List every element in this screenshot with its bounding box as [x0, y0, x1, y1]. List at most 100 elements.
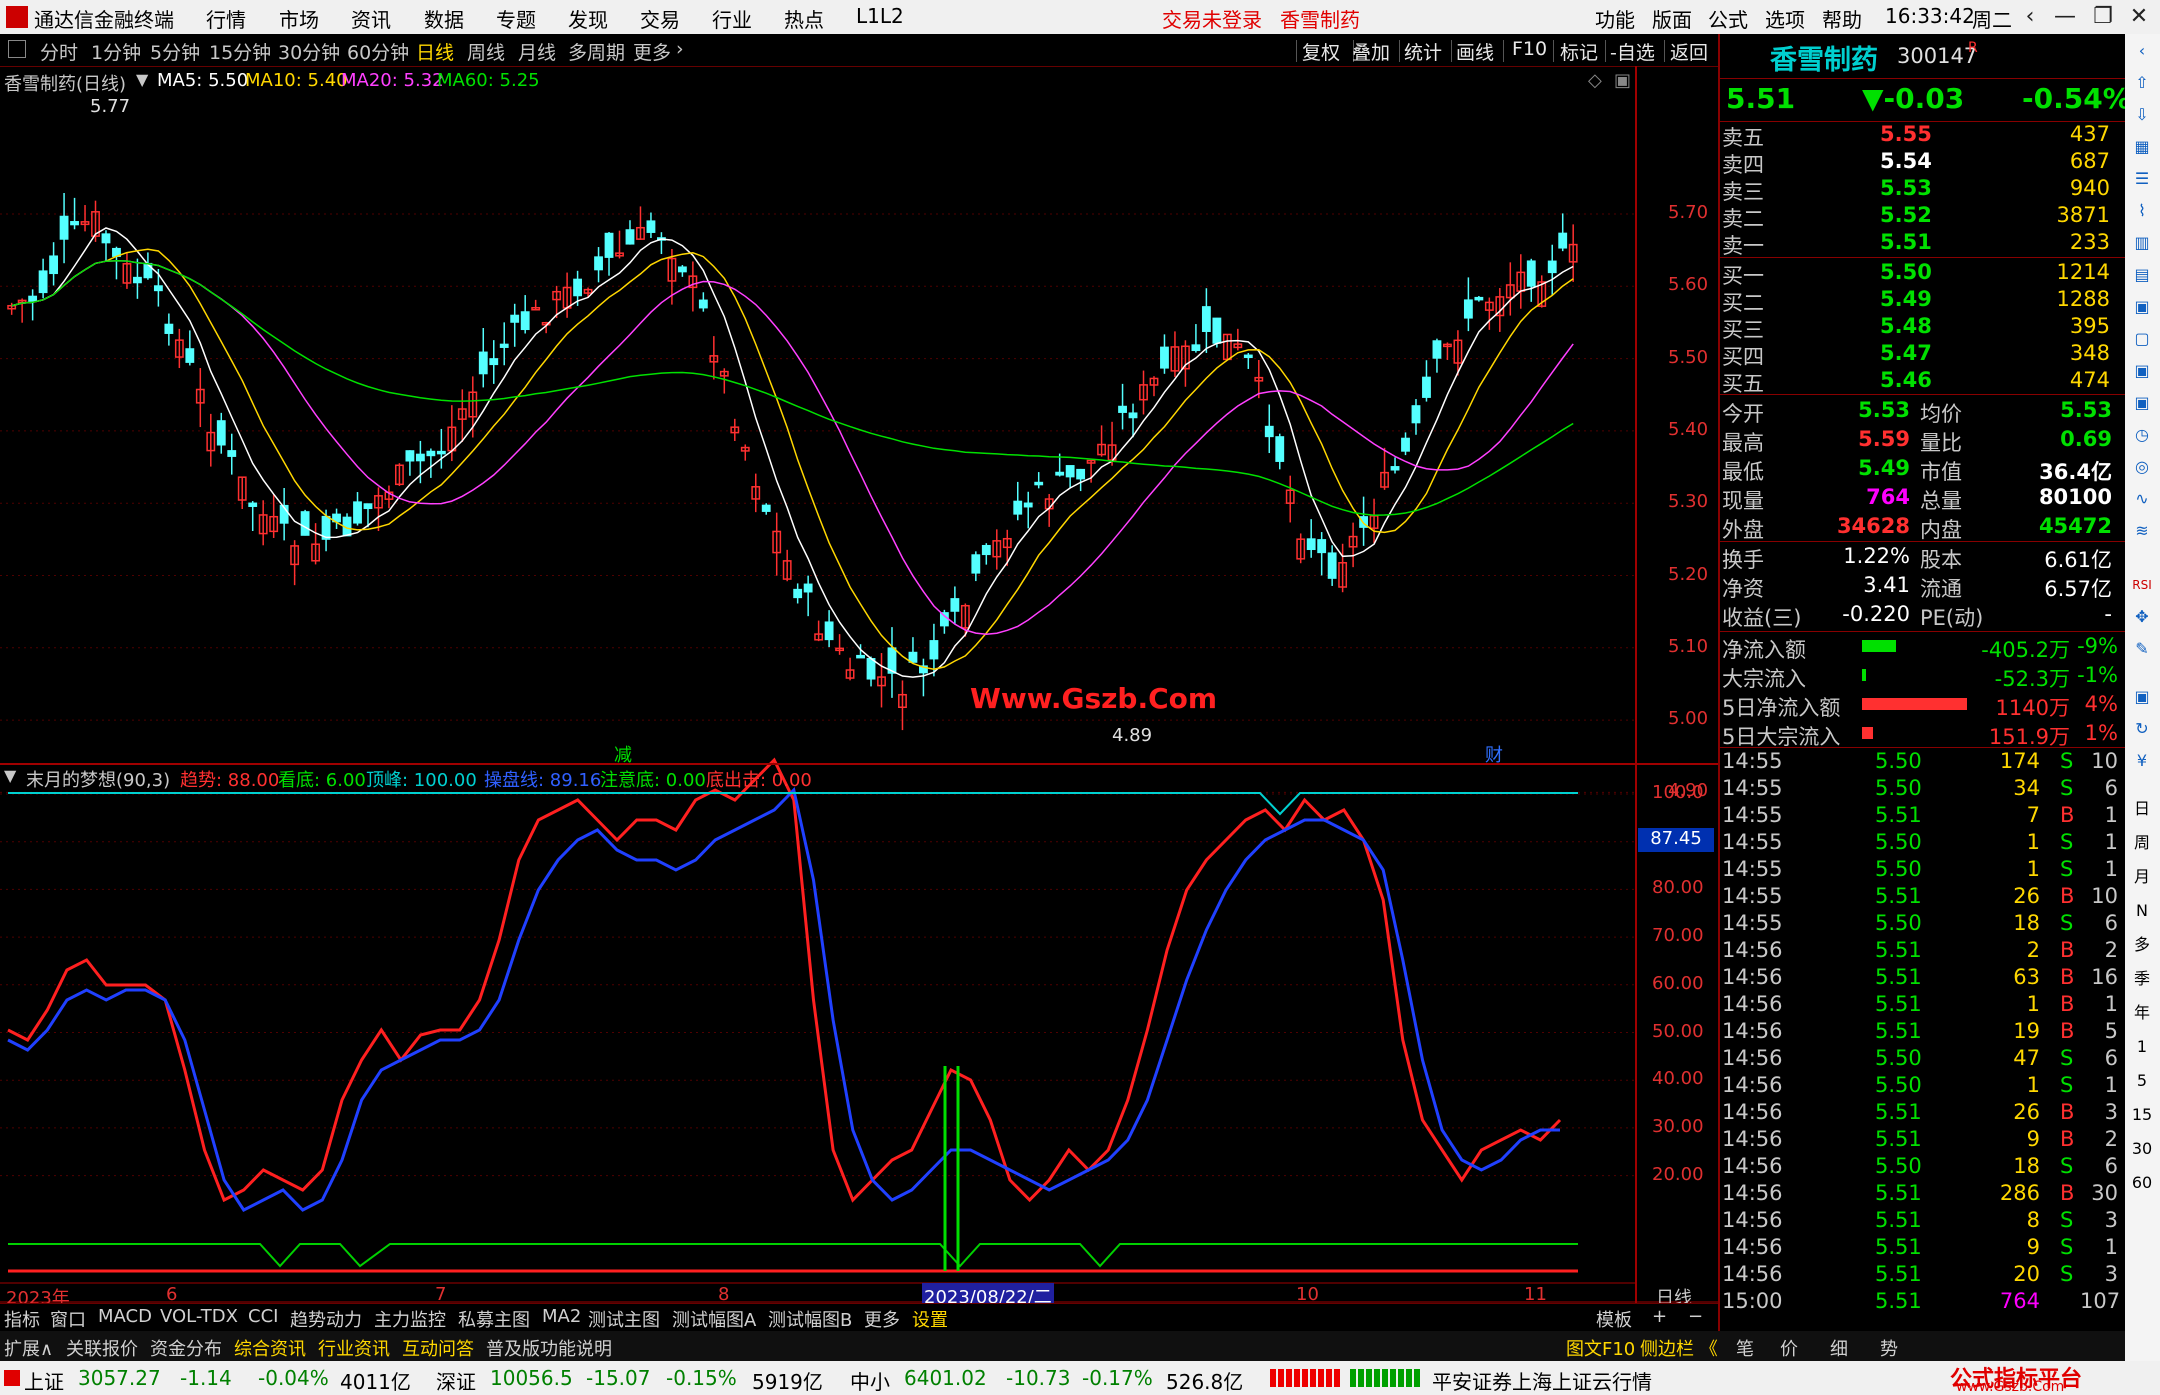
menu-item[interactable]: 发现: [568, 4, 608, 33]
period-15[interactable]: 15: [2129, 1102, 2155, 1128]
server-name[interactable]: 平安证券上海上证云行情: [1432, 1366, 1652, 1395]
line-chart-icon[interactable]: ⌇: [2129, 198, 2155, 224]
period-tab[interactable]: 60分钟: [347, 38, 409, 65]
menu-item[interactable]: 行情: [206, 4, 246, 33]
index-name[interactable]: 中小: [850, 1366, 890, 1395]
event-marker[interactable]: 减: [614, 741, 632, 767]
return-button[interactable]: 返回: [1670, 38, 1708, 65]
period-tab[interactable]: 月线: [518, 38, 556, 65]
quote-tab[interactable]: 笔: [1736, 1335, 1754, 1361]
down-icon[interactable]: ⇩: [2129, 102, 2155, 128]
period-tab[interactable]: 分时: [40, 38, 78, 65]
f2-icon[interactable]: ▣: [2129, 390, 2155, 416]
period-tab[interactable]: 5分钟: [150, 38, 200, 65]
collapse-icon[interactable]: ‹: [2129, 38, 2155, 64]
stats-button[interactable]: 统计: [1404, 38, 1442, 65]
chart-area[interactable]: [0, 66, 1718, 1303]
indicator-tab[interactable]: 指标: [4, 1306, 40, 1332]
add-pane-button[interactable]: +: [1652, 1306, 1667, 1327]
menu-item-right[interactable]: 功能: [1595, 4, 1635, 33]
clock-icon[interactable]: ◷: [2129, 422, 2155, 448]
period-day[interactable]: 日: [2129, 796, 2155, 822]
f10-graphic-tab[interactable]: 图文F10: [1566, 1335, 1635, 1361]
mark-button[interactable]: 标记: [1560, 38, 1598, 65]
ask-row[interactable]: 卖四 5.54 687: [1720, 149, 2125, 177]
menu-item[interactable]: 市场: [279, 4, 319, 33]
login-notice[interactable]: 交易未登录: [1162, 4, 1262, 33]
watchlist-button[interactable]: -自选: [1610, 38, 1655, 65]
f10-button[interactable]: F10: [1512, 38, 1547, 60]
menu-item[interactable]: 资讯: [351, 4, 391, 33]
period-30[interactable]: 30: [2129, 1136, 2155, 1162]
overlay-button[interactable]: 叠加: [1352, 38, 1390, 65]
indicator-tab[interactable]: 私募主图: [458, 1306, 530, 1332]
indicator-tab[interactable]: 主力监控: [374, 1306, 446, 1332]
period-1[interactable]: 1: [2129, 1034, 2155, 1060]
bid-row[interactable]: 买二 5.49 1288: [1720, 287, 2125, 315]
refresh-icon[interactable]: ↻: [2129, 716, 2155, 742]
sidebar-toggle[interactable]: 侧边栏 《: [1640, 1335, 1718, 1361]
template-button[interactable]: 模板: [1596, 1306, 1632, 1332]
wave-icon[interactable]: ∿: [2129, 486, 2155, 512]
info-tab[interactable]: 关联报价: [66, 1335, 138, 1361]
period-tab[interactable]: 30分钟: [278, 38, 340, 65]
diamond-icon[interactable]: ◇: [1588, 70, 1602, 91]
fuquan-button[interactable]: 复权: [1302, 38, 1340, 65]
menu-item-right[interactable]: 版面: [1652, 4, 1692, 33]
ask-row[interactable]: 卖一 5.51 233: [1720, 230, 2125, 258]
info-tab[interactable]: 普及版功能说明: [486, 1335, 612, 1361]
quote-tab[interactable]: 价: [1780, 1335, 1798, 1361]
menu-item[interactable]: 行业: [712, 4, 752, 33]
indicator-tab[interactable]: VOL-TDX: [160, 1306, 238, 1327]
up-icon[interactable]: ⇧: [2129, 70, 2155, 96]
indicator-tab[interactable]: 趋势动力: [290, 1306, 362, 1332]
period-5[interactable]: 5: [2129, 1068, 2155, 1094]
compass-icon[interactable]: ◎: [2129, 454, 2155, 480]
period-tab[interactable]: 周线: [467, 38, 505, 65]
panel-icon[interactable]: ▣: [1614, 70, 1631, 91]
period-n[interactable]: N: [2129, 898, 2155, 924]
bid-row[interactable]: 买三 5.48 395: [1720, 314, 2125, 342]
menu-item-right[interactable]: 公式: [1708, 4, 1748, 33]
period-tab[interactable]: 15分钟: [209, 38, 271, 65]
indicator-tab[interactable]: MACD: [98, 1306, 152, 1327]
period-tab[interactable]: 1分钟: [91, 38, 141, 65]
bar-chart-icon[interactable]: ▥: [2129, 230, 2155, 256]
window-icon[interactable]: [8, 40, 26, 58]
menu-item[interactable]: 热点: [784, 4, 824, 33]
indicator-tab[interactable]: 窗口: [50, 1306, 86, 1332]
event-marker[interactable]: 财: [1485, 741, 1503, 767]
period-month[interactable]: 月: [2129, 864, 2155, 890]
bid-row[interactable]: 买一 5.50 1214: [1720, 260, 2125, 288]
ask-row[interactable]: 卖五 5.55 437: [1720, 122, 2125, 150]
close-icon[interactable]: ✕: [2124, 2, 2154, 32]
yen-icon[interactable]: ¥: [2129, 748, 2155, 774]
period-quarter[interactable]: 季: [2129, 966, 2155, 992]
remove-pane-button[interactable]: −: [1688, 1306, 1703, 1327]
period-60[interactable]: 60: [2129, 1170, 2155, 1196]
menu-item[interactable]: L1L2: [856, 4, 904, 28]
menu-item[interactable]: 交易: [640, 4, 680, 33]
f1-icon[interactable]: ▣: [2129, 358, 2155, 384]
expand-tab[interactable]: 扩展∧: [4, 1335, 53, 1361]
index-name[interactable]: 上证: [24, 1366, 64, 1395]
period-year[interactable]: 年: [2129, 1000, 2155, 1026]
cross-icon[interactable]: ✥: [2129, 604, 2155, 630]
rsi-button[interactable]: RSI: [2129, 572, 2155, 598]
ask-row[interactable]: 卖三 5.53 940: [1720, 176, 2125, 204]
indicator-tab[interactable]: 测试幅图A: [672, 1306, 756, 1332]
back-icon[interactable]: ‹: [2015, 2, 2045, 32]
menu-item-right[interactable]: 帮助: [1822, 4, 1862, 33]
bid-row[interactable]: 买五 5.46 474: [1720, 368, 2125, 396]
pen-icon[interactable]: ✎: [2129, 636, 2155, 662]
draw-button[interactable]: 画线: [1456, 38, 1494, 65]
bid-row[interactable]: 买四 5.47 348: [1720, 341, 2125, 369]
fs-icon[interactable]: ▣: [2129, 684, 2155, 710]
fin-icon[interactable]: ▣: [2129, 294, 2155, 320]
period-week[interactable]: 周: [2129, 830, 2155, 856]
indicator-tab[interactable]: 更多: [864, 1306, 900, 1332]
period-tab-active[interactable]: 日线: [416, 38, 454, 65]
chevron-right-icon[interactable]: ›: [676, 38, 684, 60]
indicator-tab[interactable]: 测试主图: [588, 1306, 660, 1332]
indicator-tab[interactable]: 测试幅图B: [768, 1306, 852, 1332]
